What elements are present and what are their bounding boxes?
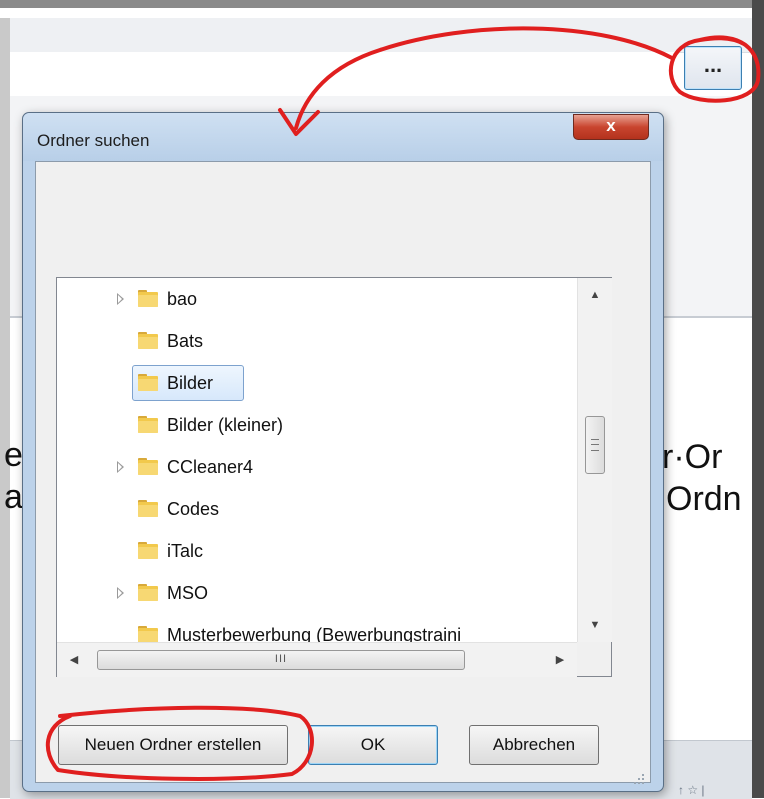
browse-folder-dialog: Ordner suchen x bao Bats Bilder Bilder (… [22, 112, 664, 792]
scroll-right-arrow-icon[interactable]: ▶ [543, 643, 577, 677]
grip-icon [591, 439, 599, 451]
background-window-top-strip [0, 8, 764, 18]
background-doc-fragment-left-2: a [4, 478, 23, 516]
folder-icon [138, 500, 158, 517]
resize-grip-icon[interactable] [629, 771, 647, 789]
tree-item-label: iTalc [167, 541, 204, 561]
scroll-left-arrow-icon[interactable]: ◀ [57, 643, 91, 677]
vertical-scroll-thumb[interactable] [585, 416, 605, 474]
new-folder-button[interactable]: Neuen Ordner erstellen [58, 725, 288, 765]
background-window-shadow [752, 0, 764, 798]
tree-item[interactable]: Bilder (kleiner) [57, 404, 577, 446]
tree-item[interactable]: Musterbewerbung (Bewerbungstraini [57, 614, 577, 642]
expand-arrow-icon[interactable] [117, 587, 124, 599]
folder-icon [138, 542, 158, 559]
tree-item[interactable]: CCleaner4 [57, 446, 577, 488]
scrollbar-corner [577, 642, 611, 676]
expand-arrow-icon[interactable] [117, 293, 124, 305]
folder-tree[interactable]: bao Bats Bilder Bilder (kleiner) CCleane… [56, 277, 612, 677]
tree-item-label: bao [167, 289, 198, 309]
folder-icon [138, 332, 158, 349]
tree-item-label: MSO [167, 583, 209, 603]
folder-icon [138, 290, 158, 307]
scroll-up-arrow-icon[interactable]: ▲ [578, 278, 612, 312]
tree-item-label: Bilder [167, 373, 214, 393]
tree-item-label: Musterbewerbung (Bewerbungstraini [167, 625, 462, 642]
vertical-scrollbar[interactable]: ▲ ▼ [577, 278, 612, 642]
background-doc-text-line1: r·Or [662, 438, 723, 476]
close-button[interactable]: x [573, 114, 649, 140]
background-doc-fragment-left-1: e [4, 436, 23, 474]
dialog-titlebar[interactable]: Ordner suchen x [23, 113, 663, 161]
tree-item[interactable]: Bats [57, 320, 577, 362]
background-window-toolbar [10, 18, 752, 53]
tree-item-label: CCleaner4 [167, 457, 254, 477]
tree-item-label: Codes [167, 499, 220, 519]
close-icon: x [606, 116, 616, 135]
folder-icon [138, 416, 158, 433]
background-doc-text-line2: Ordn [666, 480, 742, 518]
expand-arrow-icon[interactable] [117, 461, 124, 473]
scroll-down-arrow-icon[interactable]: ▼ [578, 608, 612, 642]
background-window-edge [0, 0, 10, 798]
tree-item[interactable]: MSO [57, 572, 577, 614]
browse-button[interactable]: ... [684, 46, 742, 90]
tree-item[interactable]: iTalc [57, 530, 577, 572]
horizontal-scroll-thumb[interactable]: III [97, 650, 465, 670]
tree-item[interactable]: bao [57, 278, 577, 320]
folder-icon [138, 374, 158, 391]
folder-icon [138, 458, 158, 475]
folder-icon [138, 626, 158, 642]
tree-item[interactable]: Codes [57, 488, 577, 530]
dialog-title: Ordner suchen [37, 131, 150, 150]
background-window-top-border [0, 0, 764, 8]
horizontal-scrollbar[interactable]: ◀ III ▶ [57, 642, 577, 677]
background-status-icons: ↑ ☆ | [678, 783, 705, 797]
tree-item-selected[interactable]: Bilder [57, 362, 577, 404]
folder-icon [138, 584, 158, 601]
tree-item-label: Bilder (kleiner) [167, 415, 284, 435]
background-path-input[interactable] [10, 52, 675, 97]
ok-button[interactable]: OK [308, 725, 438, 765]
cancel-button[interactable]: Abbrechen [469, 725, 599, 765]
tree-item-label: Bats [167, 331, 204, 351]
